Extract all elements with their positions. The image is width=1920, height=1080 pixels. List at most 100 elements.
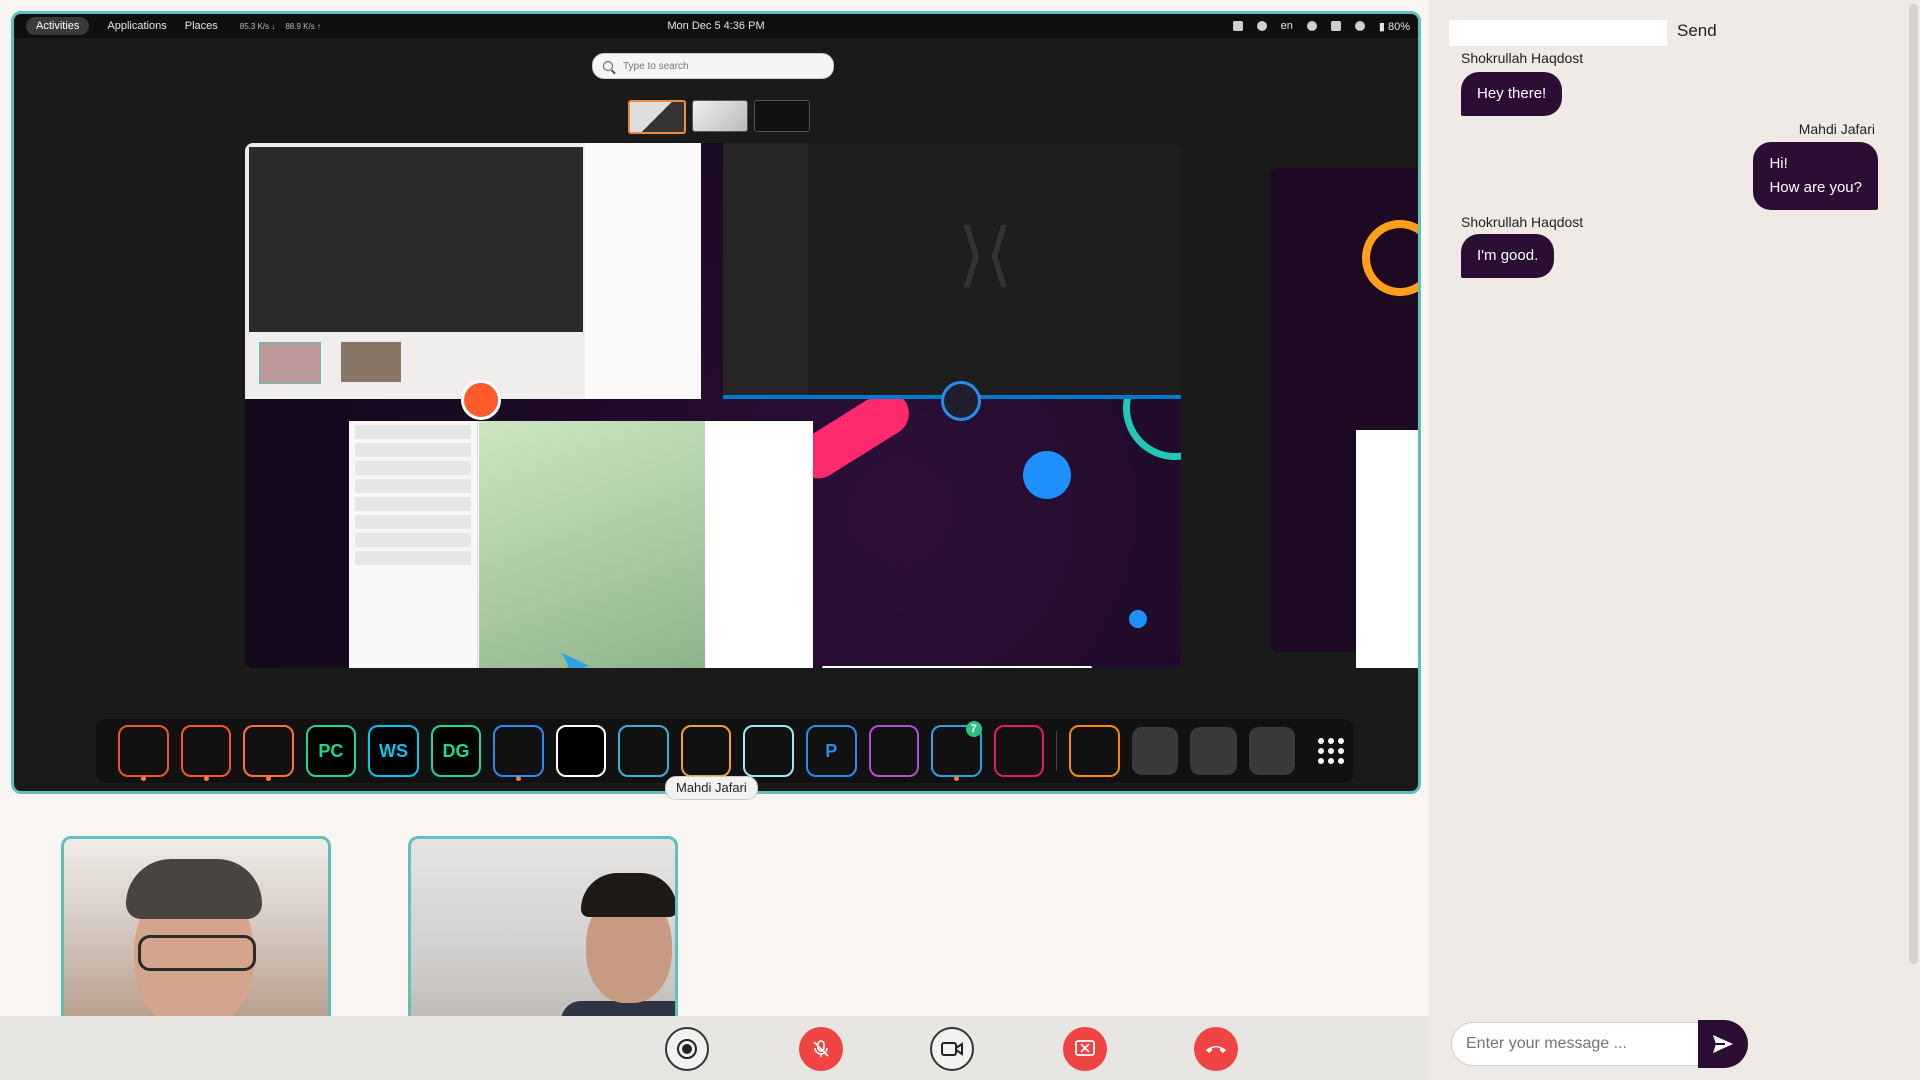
vscode-watermark-icon: ⟩⟨ [958,213,1013,295]
dock-datagrip-icon[interactable]: DG [430,725,482,777]
call-controls [0,1016,1429,1080]
stop-screen-share-button[interactable] [1063,1027,1107,1071]
dock-icon-label: P [825,740,838,761]
telegram-tray-icon[interactable] [1232,21,1243,31]
send-message-button[interactable] [1698,1020,1748,1068]
window-content [349,421,478,668]
workspace-overview: ⟩⟨ ➤ [245,143,1181,668]
dock-text-editor-icon[interactable] [680,725,732,777]
chat-panel: Send Shokrullah Haqdost Hey there! Mahdi… [1429,0,1920,1080]
record-button[interactable] [665,1027,709,1071]
message-bubble: I'm good. [1461,234,1555,278]
participant-glasses [138,935,256,971]
shield-tray-icon[interactable] [1256,21,1267,31]
message-text: How are you? [1769,179,1862,196]
window-list-icon[interactable] [1190,727,1237,775]
shared-screen: Activities Applications Places 85.3 K/s … [11,11,1421,794]
running-indicator [954,776,960,781]
participant-hair [581,873,675,917]
volume-icon [1330,21,1341,31]
next-workspace-preview[interactable] [1270,168,1418,668]
dock-icon-label: PC [318,740,344,761]
message-author: Shokrullah Haqdost [1461,50,1584,66]
chat-message-input[interactable] [1451,1022,1699,1066]
gnome-top-bar: Activities Applications Places 85.3 K/s … [14,14,1418,38]
dock-terminal-icon[interactable] [618,725,669,777]
workspace-thumbnail[interactable] [754,100,810,132]
applications-menu[interactable]: Applications [107,20,166,32]
workspace-thumbnails [628,100,810,134]
dock-calendar-icon[interactable] [868,725,920,777]
overview-search-input[interactable] [621,59,805,73]
screen-share-bar-thumbnail[interactable] [822,666,1092,668]
participant-video-tile[interactable] [408,836,678,1032]
message-text: I'm good. [1477,247,1539,264]
window-list-icon[interactable] [1248,727,1296,775]
workspace-thumbnail[interactable] [692,100,748,132]
window-list-icon[interactable] [1131,727,1179,775]
end-call-button[interactable] [1194,1027,1238,1071]
dock-vscode-icon[interactable] [493,725,544,781]
window-content [585,143,701,399]
vscode-window-thumbnail[interactable]: ⟩⟨ [723,143,1181,399]
window-content [479,421,705,668]
keyboard-language[interactable]: en [1281,20,1293,32]
running-indicator [141,776,146,781]
message-bubble: Hi! How are you? [1753,142,1878,210]
window-content [249,147,583,332]
presenter-name-label: Mahdi Jafari [665,776,758,800]
mute-microphone-button[interactable] [799,1027,843,1071]
dock-telegram-icon[interactable]: 7 [931,721,982,781]
toggle-camera-button[interactable] [930,1027,974,1071]
dock-pgadmin-icon[interactable]: P [806,725,857,777]
message-author: Mahdi Jafari [1798,121,1875,137]
system-tray[interactable]: en ▮ 80% [1232,14,1410,38]
dock-firefox-icon[interactable] [243,725,294,781]
wallpaper-shape [1129,610,1147,628]
dock-files-icon[interactable] [118,725,169,781]
message-text: Hi! [1769,155,1788,172]
participant-video-tile[interactable] [61,836,331,1032]
wallpaper-shape [1362,220,1418,296]
chat-scrollbar[interactable] [1909,4,1918,964]
dock-pycharm-icon[interactable]: PC [305,725,357,777]
window-content [1356,430,1418,668]
dock-webstorm-icon[interactable]: WS [368,725,419,777]
places-menu[interactable]: Places [185,20,218,32]
dock-inkscape-icon[interactable] [555,725,607,777]
workspace-thumbnail[interactable] [628,100,686,134]
dock-icon-label: DG [442,740,470,761]
wallpaper-shape [1023,451,1071,499]
dock-vlc-icon[interactable] [1069,725,1120,777]
video-camera-icon [941,1042,963,1056]
dock-slack-icon[interactable] [993,725,1045,777]
chat-top-input[interactable] [1449,20,1667,46]
stop-share-icon [1075,1040,1095,1056]
window-content [341,342,401,382]
unread-badge: 7 [965,721,982,737]
participant-hair [126,859,262,919]
vscode-icon [941,381,981,421]
upload-speed: 88.9 K/s ↑ [285,21,321,31]
dock-brave-icon[interactable] [180,725,232,781]
wifi-icon [1306,21,1317,31]
activities-button[interactable]: Activities [26,17,90,35]
window-content [259,342,321,384]
telegram-window-thumbnail[interactable] [349,421,813,668]
dock-electron-icon[interactable] [743,725,795,777]
show-applications-icon[interactable] [1307,727,1354,775]
search-icon [603,61,613,71]
power-icon [1354,21,1365,31]
hang-up-icon [1206,1046,1226,1053]
window-content [707,421,813,668]
dock-separator [1056,731,1058,771]
clock[interactable]: Mon Dec 5 4:36 PM [14,20,1418,32]
running-indicator [516,776,522,781]
running-indicator [203,776,209,781]
overview-search[interactable] [592,53,834,79]
send-link[interactable]: Send [1677,21,1717,41]
message-text: Hey there! [1477,85,1547,102]
browser-window-thumbnail[interactable] [245,143,701,399]
download-speed: 85.3 K/s ↓ [239,21,276,31]
send-icon [1713,1035,1733,1053]
